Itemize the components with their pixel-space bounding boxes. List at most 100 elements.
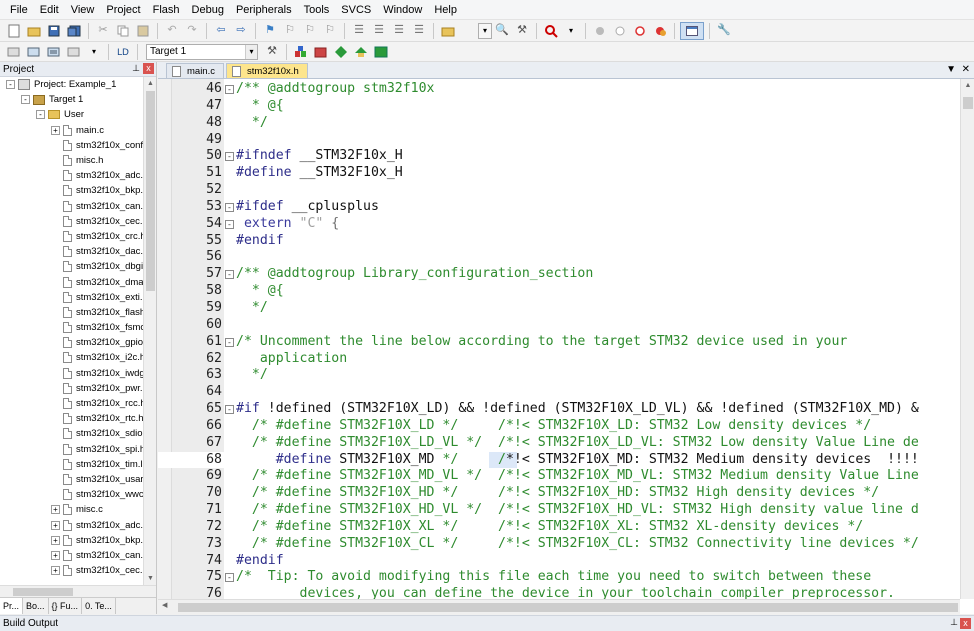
- scroll-up-icon[interactable]: ▲: [961, 79, 974, 93]
- pin-icon[interactable]: ⊥: [132, 63, 140, 74]
- code-line[interactable]: 61-/* Uncomment the line below according…: [158, 334, 958, 351]
- code-line[interactable]: 71 /* #define STM32F10X_HD_VL */ /*!< ST…: [158, 502, 958, 519]
- close-panel-button[interactable]: x: [143, 63, 154, 74]
- tree-item[interactable]: misc.h: [0, 153, 143, 168]
- code-line[interactable]: 48 */: [158, 115, 958, 132]
- tree-item[interactable]: stm32f10x_can.: [0, 199, 143, 214]
- panel-tab[interactable]: {} Fu...: [49, 598, 83, 614]
- prev-bookmark-icon[interactable]: ⚐: [281, 22, 299, 40]
- code-line[interactable]: 51 #define __STM32F10x_H: [158, 165, 958, 182]
- bookmark-icon[interactable]: ⚑: [261, 22, 279, 40]
- editor-hscrollbar[interactable]: ◀: [158, 599, 960, 614]
- menu-peripherals[interactable]: Peripherals: [230, 0, 298, 20]
- code-line[interactable]: 47 * @{: [158, 98, 958, 115]
- tree-item[interactable]: + stm32f10x_cec.: [0, 563, 143, 578]
- scroll-thumb[interactable]: [963, 97, 973, 109]
- new-file-icon[interactable]: [5, 22, 23, 40]
- expand-icon[interactable]: +: [51, 535, 60, 545]
- pack-installer-icon[interactable]: [312, 43, 330, 61]
- tree-item[interactable]: stm32f10x_adc.: [0, 168, 143, 183]
- tree-item[interactable]: stm32f10x_pwr.: [0, 381, 143, 396]
- save-icon[interactable]: [45, 22, 63, 40]
- find-icon[interactable]: 🔍: [493, 22, 511, 40]
- kill-breakpoints-icon[interactable]: [631, 22, 649, 40]
- scroll-thumb[interactable]: [146, 91, 155, 291]
- tree-item[interactable]: stm32f10x_bkp.: [0, 183, 143, 198]
- tree-item[interactable]: stm32f10x_crc.h: [0, 229, 143, 244]
- tree-item[interactable]: stm32f10x_wwc: [0, 487, 143, 502]
- redo-icon[interactable]: ↷: [183, 22, 201, 40]
- menu-file[interactable]: File: [4, 0, 34, 20]
- breakpoint-icon[interactable]: [591, 22, 609, 40]
- pack-update-icon[interactable]: [372, 43, 390, 61]
- code-line[interactable]: 72 /* #define STM32F10X_XL */ /*!< STM32…: [158, 519, 958, 536]
- code-line[interactable]: 56: [158, 249, 958, 266]
- tree-item[interactable]: stm32f10x_exti.l: [0, 290, 143, 305]
- code-lines[interactable]: 46-/** @addtogroup stm32f10x 47 * @{48 */…: [158, 81, 958, 599]
- code-line[interactable]: 69 /* #define STM32F10X_MD_VL */ /*!< ST…: [158, 468, 958, 485]
- collapse-icon[interactable]: -: [21, 95, 30, 105]
- panel-tab[interactable]: Bo...: [23, 598, 49, 614]
- scroll-down-icon[interactable]: ▼: [144, 572, 157, 585]
- code-area[interactable]: 46-/** @addtogroup stm32f10x 47 * @{48 */…: [158, 79, 974, 599]
- tree-item[interactable]: - User: [0, 107, 143, 122]
- project-tree-vscrollbar[interactable]: ▲ ▼: [143, 77, 156, 585]
- disable-breakpoint-icon[interactable]: [611, 22, 629, 40]
- code-line[interactable]: 66 /* #define STM32F10X_LD */ /*!< STM32…: [158, 418, 958, 435]
- window-layout-icon[interactable]: [680, 21, 704, 40]
- select-software-packs-icon[interactable]: [332, 43, 350, 61]
- editor-vscrollbar[interactable]: ▲: [960, 79, 974, 599]
- scroll-thumb[interactable]: [13, 588, 73, 596]
- tree-item[interactable]: stm32f10x_fsmc: [0, 320, 143, 335]
- code-line[interactable]: 62 application: [158, 351, 958, 368]
- clear-bookmarks-icon[interactable]: ⚐: [321, 22, 339, 40]
- expand-icon[interactable]: +: [51, 550, 60, 560]
- code-line[interactable]: 70 /* #define STM32F10X_HD */ /*!< STM32…: [158, 485, 958, 502]
- target-options-icon[interactable]: ⚒: [263, 43, 281, 61]
- scroll-left-icon[interactable]: ◀: [162, 601, 167, 609]
- tree-item[interactable]: stm32f10x_conf: [0, 138, 143, 153]
- fold-toggle-icon[interactable]: -: [225, 573, 234, 583]
- code-line[interactable]: 75-/* Tip: To avoid modifying this file …: [158, 569, 958, 586]
- manage-components-icon[interactable]: [292, 43, 310, 61]
- expand-icon[interactable]: +: [51, 520, 60, 530]
- fold-toggle-icon[interactable]: -: [225, 85, 234, 94]
- tree-item[interactable]: stm32f10x_rtc.h: [0, 411, 143, 426]
- code-line[interactable]: 74 #endif: [158, 553, 958, 570]
- tree-item[interactable]: stm32f10x_cec.l: [0, 214, 143, 229]
- code-line[interactable]: 49: [158, 132, 958, 149]
- tree-item[interactable]: stm32f10x_iwdg: [0, 366, 143, 381]
- tree-item[interactable]: stm32f10x_sdio: [0, 426, 143, 441]
- tree-item[interactable]: + stm32f10x_bkp.: [0, 533, 143, 548]
- panel-tab[interactable]: 0. Te...: [82, 598, 116, 614]
- code-line[interactable]: 52: [158, 182, 958, 199]
- expand-icon[interactable]: +: [51, 566, 60, 576]
- code-line[interactable]: 68 #define STM32F10X_MD */ /*!< STM32F10…: [158, 451, 958, 469]
- close-build-output-button[interactable]: x: [960, 618, 971, 629]
- code-line[interactable]: 64: [158, 384, 958, 401]
- fold-toggle-icon[interactable]: -: [225, 202, 234, 212]
- panel-tab[interactable]: Pr...: [0, 598, 24, 614]
- tree-item[interactable]: + stm32f10x_can.: [0, 548, 143, 563]
- build-dropdown-icon[interactable]: ▾: [85, 43, 103, 61]
- scroll-up-icon[interactable]: ▲: [144, 77, 157, 90]
- debug-session-icon[interactable]: [542, 22, 560, 40]
- code-line[interactable]: 59 */: [158, 300, 958, 317]
- tree-item[interactable]: - Project: Example_1: [0, 77, 143, 92]
- editor-tab[interactable]: main.c: [166, 63, 224, 78]
- menu-debug[interactable]: Debug: [186, 0, 230, 20]
- code-line[interactable]: 76 devices, you can define the device in…: [158, 586, 958, 599]
- incremental-find-icon[interactable]: ⚒: [513, 22, 531, 40]
- code-line[interactable]: 55 #endif: [158, 233, 958, 250]
- nav-forward-icon[interactable]: ⇨: [232, 22, 250, 40]
- find-in-files-icon[interactable]: [439, 22, 457, 40]
- code-line[interactable]: 58 * @{: [158, 283, 958, 300]
- paste-icon[interactable]: [134, 22, 152, 40]
- target-select[interactable]: Target 1 ▾: [146, 43, 258, 60]
- code-line[interactable]: 67 /* #define STM32F10X_LD_VL */ /*!< ST…: [158, 435, 958, 452]
- rebuild-icon[interactable]: [45, 43, 63, 61]
- project-tree-hscrollbar[interactable]: [0, 585, 156, 597]
- fold-toggle-icon[interactable]: -: [225, 405, 234, 415]
- next-bookmark-icon[interactable]: ⚐: [301, 22, 319, 40]
- indent-icon[interactable]: ☰: [350, 22, 368, 40]
